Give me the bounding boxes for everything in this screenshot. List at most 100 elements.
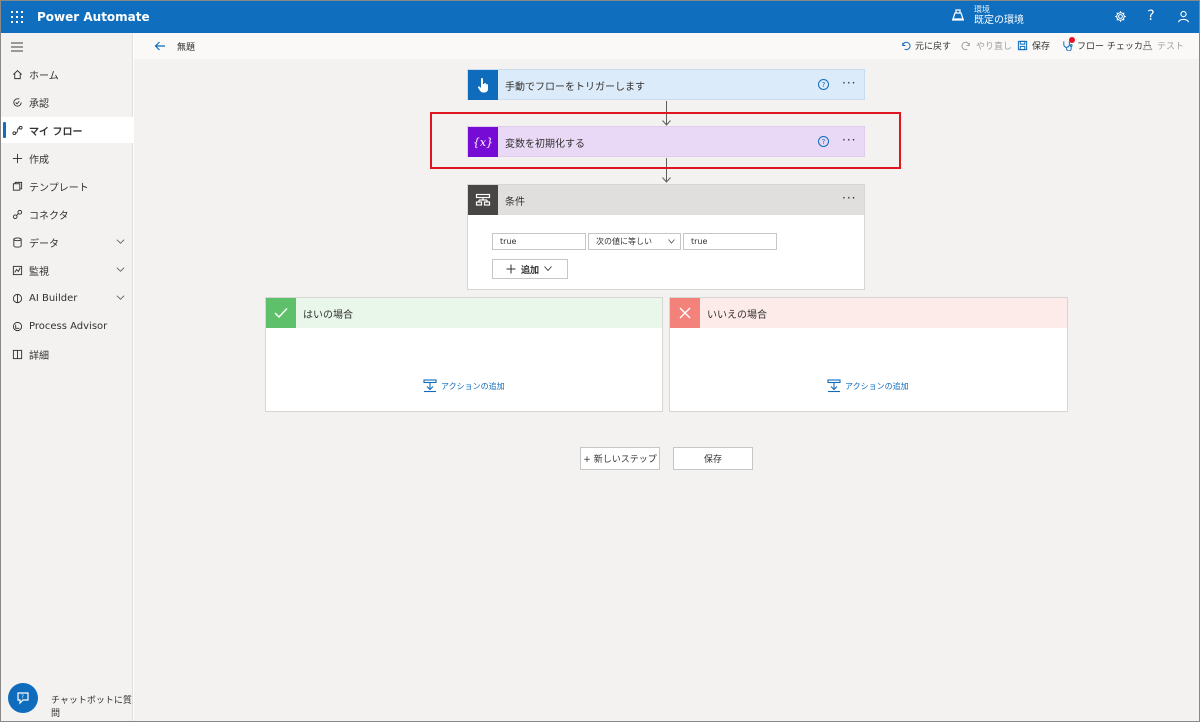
sidebar-item-process-advisor[interactable]: Process Advisor [0,313,133,339]
settings-button[interactable] [1112,8,1128,24]
book-icon [11,348,23,360]
sidebar-item-create[interactable]: 作成 [0,145,133,171]
flow-name[interactable]: 無題 [177,40,195,53]
svg-text:?: ? [21,695,24,701]
undo-button[interactable]: 元に戻す [900,39,951,52]
sidebar-item-approvals[interactable]: 承認 [0,89,133,115]
back-arrow-icon[interactable] [154,40,166,52]
no-branch-title: いいえの場合 [707,309,767,321]
monitor-icon [11,264,23,276]
sidebar-item-label: コネクタ [29,210,69,222]
add-action-icon [827,379,841,393]
home-icon [11,68,23,80]
sidebar-item-label: Process Advisor [29,320,108,332]
condition-right-value-input[interactable]: true [683,233,777,250]
condition-icon [468,185,498,215]
sidebar-item-label: 作成 [29,154,49,166]
chevron-down-icon[interactable] [116,293,125,302]
trigger-title: 手動でフローをトリガーします [505,81,645,93]
environment-picker[interactable]: 環境 既定の環境 [950,4,1024,26]
condition-title: 条件 [505,196,525,208]
trigger-card[interactable]: 手動でフローをトリガーします ? ··· [467,69,865,100]
yes-branch: はいの場合 アクションの追加 [265,297,663,412]
yes-branch-title: はいの場合 [303,309,353,321]
condition-header[interactable] [468,185,864,215]
arrow-down-icon [662,177,671,183]
flask-icon [1142,40,1153,51]
hamburger-menu-icon[interactable] [10,41,24,53]
person-icon [1177,10,1189,22]
chevron-down-icon [544,266,552,272]
environment-label: 環境 [974,5,990,14]
checkmark-icon [266,298,296,328]
sidebar-item-label: テンプレート [29,182,89,194]
more-options-icon[interactable]: ··· [842,76,856,90]
sidebar-item-label: マイ フロー [29,126,83,138]
test-button[interactable]: テスト [1142,39,1184,52]
touch-icon [468,70,498,100]
add-action-button[interactable]: アクションの追加 [827,379,909,393]
sidebar-item-label: データ [29,238,59,250]
app-launcher-button[interactable] [0,0,33,33]
flow-icon [11,124,23,136]
error-badge [1069,37,1075,43]
ai-builder-icon [11,292,23,304]
chevron-down-icon[interactable] [116,237,125,246]
condition-left-value-input[interactable]: true [492,233,586,250]
sidebar-item-label: 監視 [29,266,49,278]
command-bar: 無題 元に戻す やり直し 保存 フロー チェッカー テスト [134,33,1200,59]
help-icon: ? [1147,8,1155,24]
app-title[interactable]: Power Automate [37,10,150,24]
template-icon [11,180,23,192]
account-button[interactable] [1175,8,1191,24]
close-icon [670,298,700,328]
sidebar-item-label: ホーム [29,70,59,82]
footer-save-button[interactable]: 保存 [673,447,753,470]
chatbot-label[interactable]: チャットボットに質問 [51,693,132,719]
plus-icon [506,264,516,274]
sidebar-item-ai-builder[interactable]: AI Builder [0,285,133,311]
sidebar-item-learn[interactable]: 詳細 [0,341,133,367]
sidebar-item-monitor[interactable]: 監視 [0,257,133,283]
no-branch: いいえの場合 アクションの追加 [669,297,1068,412]
waffle-icon [10,10,23,23]
environment-name: 既定の環境 [974,15,1024,26]
trigger-card-header[interactable]: 手動でフローをトリガーします [468,70,645,100]
sidebar-item-label: 詳細 [29,350,49,362]
add-action-icon [423,379,437,393]
process-advisor-icon [11,320,23,332]
sidebar-item-connectors[interactable]: コネクタ [0,201,133,227]
sidebar-item-templates[interactable]: テンプレート [0,173,133,199]
flow-checker-button[interactable]: フロー チェッカー [1062,37,1152,52]
connector-icon [11,208,23,220]
highlight-box [430,112,901,169]
top-bar: Power Automate 環境 既定の環境 ? [0,0,1200,33]
sidebar-item-data[interactable]: データ [0,229,133,255]
chatbot-button[interactable]: ? [8,683,38,713]
chat-icon: ? [17,692,29,705]
add-action-button[interactable]: アクションの追加 [423,379,505,393]
save-button[interactable]: 保存 [1017,39,1050,52]
sidebar-item-label: 承認 [29,98,49,110]
plus-icon [11,152,23,164]
sidebar-item-my-flows[interactable]: マイ フロー [0,117,133,143]
new-step-button[interactable]: + 新しいステップ [580,447,660,470]
condition-operator-select[interactable]: 次の値に等しい [588,233,681,250]
sidebar-item-label: AI Builder [29,292,78,304]
environment-icon [952,9,964,21]
add-condition-button[interactable]: 追加 [492,259,568,279]
gear-icon [1114,10,1126,22]
help-button[interactable]: ? [1143,8,1159,24]
undo-icon [902,41,911,51]
chevron-down-icon [668,239,675,244]
more-options-icon[interactable]: ··· [842,191,856,205]
help-circle-icon[interactable]: ? [818,79,829,90]
chevron-down-icon[interactable] [116,265,125,274]
sidebar-item-home[interactable]: ホーム [0,61,133,87]
save-icon [1017,40,1028,51]
approval-icon [11,96,23,108]
database-icon [11,236,23,248]
redo-icon [961,41,970,51]
condition-card[interactable]: 条件 ··· true 次の値に等しい true 追加 [467,184,865,290]
redo-button[interactable]: やり直し [961,39,1012,52]
